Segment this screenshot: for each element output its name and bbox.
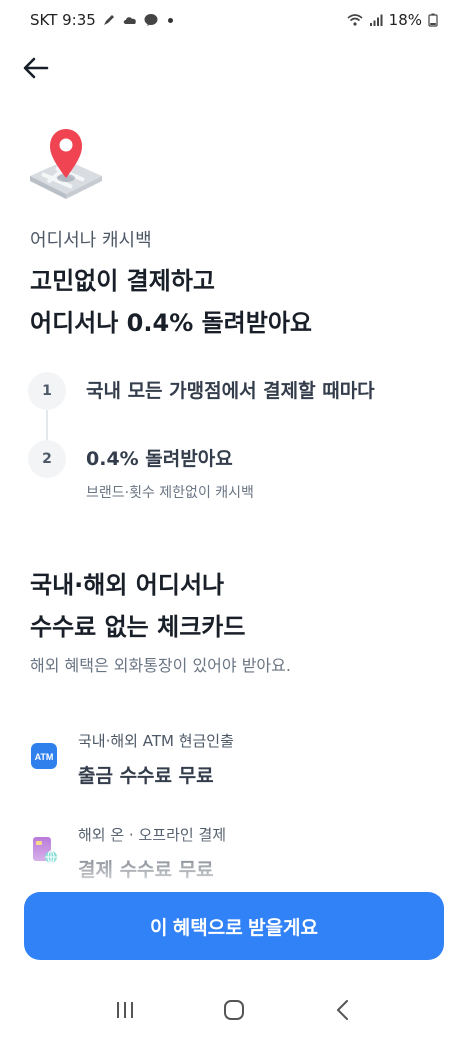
benefit-item: ATM 국내·해외 ATM 현금인출 출금 수수료 무료 xyxy=(30,730,234,788)
section-title: 국내·해외 어디서나 수수료 없는 체크카드 xyxy=(30,564,245,648)
battery-percent: 18% xyxy=(388,11,422,29)
step-text: 0.4% 돌려받아요 브랜드·횟수 제한없이 캐시백 xyxy=(86,440,254,502)
back-button[interactable] xyxy=(18,50,54,86)
arrow-left-icon xyxy=(23,57,49,79)
status-left: SKT 9:35 xyxy=(30,11,173,29)
step-number: 2 xyxy=(28,440,66,478)
battery-icon xyxy=(428,13,438,27)
talk-icon xyxy=(144,14,158,26)
step-title: 국내 모든 가맹점에서 결제할 때마다 xyxy=(86,380,375,402)
page-title: 고민없이 결제하고 어디서나 0.4% 돌려받아요 xyxy=(30,260,312,344)
accept-benefit-button[interactable]: 이 혜택으로 받을게요 xyxy=(24,892,444,960)
step-item: 2 0.4% 돌려받아요 브랜드·횟수 제한없이 캐시백 xyxy=(28,440,448,502)
benefit-text: 국내·해외 ATM 현금인출 출금 수수료 무료 xyxy=(78,730,234,788)
benefit-text: 해외 온 · 오프라인 결제 결제 수수료 무료 xyxy=(78,824,226,882)
cloud-icon xyxy=(123,17,136,24)
benefit-title: 출금 수수료 무료 xyxy=(78,765,214,787)
eyebrow-label: 어디서나 캐시백 xyxy=(30,230,152,251)
section-title-line-2: 수수료 없는 체크카드 xyxy=(30,613,246,641)
status-right: 18% xyxy=(347,11,438,29)
headline-line-2: 어디서나 0.4% 돌려받아요 xyxy=(30,309,312,337)
step-number: 1 xyxy=(28,372,66,410)
screen: SKT 9:35 18% 어디서나 캐시백 고민없이 결제하고 어디서나 0.4… xyxy=(0,0,468,1040)
system-nav-bar xyxy=(0,980,468,1040)
back-icon xyxy=(337,1000,349,1020)
headline-line-1: 고민없이 결제하고 xyxy=(30,267,215,295)
atm-icon-label: ATM xyxy=(35,752,54,762)
card-globe-icon xyxy=(33,837,57,864)
signal-icon xyxy=(369,14,383,26)
step-connector xyxy=(46,410,48,440)
nav-back-button[interactable] xyxy=(323,990,363,1030)
benefit-title: 결제 수수료 무료 xyxy=(78,859,214,881)
atm-icon: ATM xyxy=(31,743,57,769)
home-button[interactable] xyxy=(214,990,254,1030)
section-subtitle: 해외 혜택은 외화통장이 있어야 받아요. xyxy=(30,656,291,675)
step-title: 0.4% 돌려받아요 xyxy=(86,448,233,470)
wifi-icon xyxy=(347,14,363,26)
step-text: 국내 모든 가맹점에서 결제할 때마다 xyxy=(86,372,375,410)
status-bar: SKT 9:35 18% xyxy=(0,0,468,40)
section-title-line-1: 국내·해외 어디서나 xyxy=(30,571,225,599)
benefit-caption: 국내·해외 ATM 현금인출 xyxy=(78,732,234,750)
benefit-caption: 해외 온 · 오프라인 결제 xyxy=(78,826,227,844)
step-subtitle: 브랜드·횟수 제한없이 캐시백 xyxy=(86,485,254,501)
pen-icon xyxy=(103,15,114,25)
recent-apps-icon xyxy=(116,1002,133,1018)
home-icon xyxy=(223,1000,244,1020)
map-pin-icon xyxy=(30,129,102,199)
carrier-time: SKT 9:35 xyxy=(30,11,96,29)
step-item: 1 국내 모든 가맹점에서 결제할 때마다 xyxy=(28,372,448,410)
dot-icon xyxy=(167,17,173,23)
steps-list: 1 국내 모든 가맹점에서 결제할 때마다 2 0.4% 돌려받아요 브랜드·횟… xyxy=(28,372,448,502)
recent-apps-button[interactable] xyxy=(105,990,145,1030)
benefit-item: 해외 온 · 오프라인 결제 결제 수수료 무료 xyxy=(30,824,226,882)
